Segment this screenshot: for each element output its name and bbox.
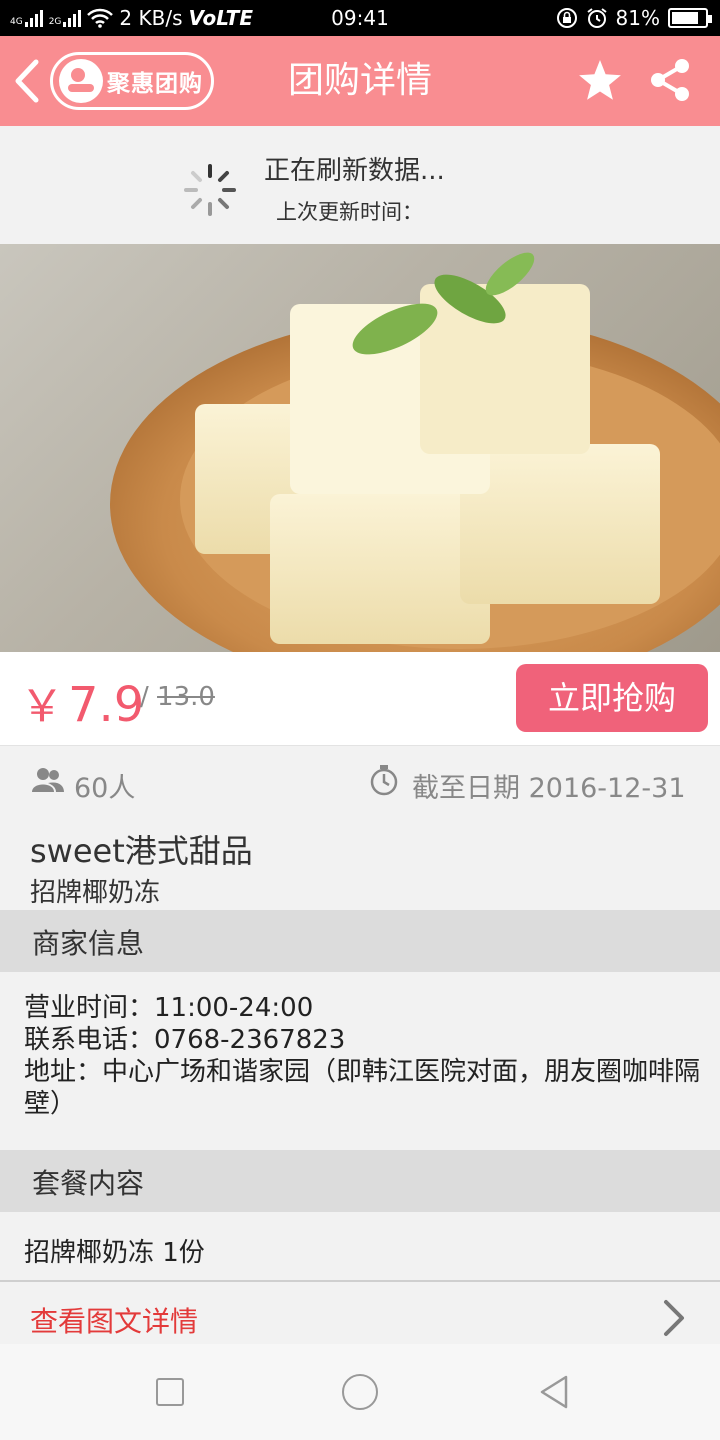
view-details-link[interactable]: 查看图文详情 (30, 1300, 198, 1340)
current-price: ￥7.9 (20, 670, 144, 734)
home-icon[interactable] (342, 1374, 378, 1410)
battery-level (672, 12, 698, 24)
alarm-icon (586, 8, 607, 28)
currency-symbol: ￥ (20, 681, 64, 732)
people-icon (32, 768, 64, 792)
merchant-address: 地址：中心广场和谐家园（即韩江医院对面，朋友圈咖啡隔壁） (24, 1057, 701, 1119)
app-header: 团购详情 聚惠团购 (0, 36, 720, 126)
coconut-jelly-photo (110, 252, 720, 652)
contact-phone[interactable]: 联系电话：0768-2367823 (24, 1024, 700, 1056)
star-icon[interactable] (578, 58, 622, 102)
price-separator: / (140, 682, 149, 712)
timer-icon (370, 765, 398, 796)
price-bar: ￥7.9 / 13.0 立即抢购 (0, 652, 720, 746)
package-header: 套餐内容 (0, 1150, 720, 1212)
logo-mark-icon (59, 59, 103, 103)
divider (0, 1280, 720, 1282)
package-heading: 套餐内容 (32, 1167, 145, 1200)
battery-icon (668, 8, 712, 28)
shop-name: sweet港式甜品 (30, 832, 253, 870)
item-name: 招牌椰奶冻 (30, 878, 161, 908)
battery-percent: 81% (615, 6, 660, 30)
status-right: 81% (556, 0, 712, 36)
deadline-date: 截至日期 2016-12-31 (412, 773, 686, 804)
buy-now-button[interactable]: 立即抢购 (516, 664, 708, 732)
original-price-value: 13.0 (157, 682, 215, 712)
merchant-info: 营业时间：11:00-24:00 联系电话：0768-2367823 地址：中心… (24, 992, 700, 1120)
merchant-info-header: 商家信息 (0, 910, 720, 972)
brand-logo: 聚惠团购 (50, 52, 214, 110)
system-nav-bar (0, 1344, 720, 1440)
deal-meta: 60人 截至日期 2016-12-31 (0, 746, 720, 818)
chevron-right-icon[interactable] (660, 1298, 688, 1338)
original-price: / 13.0 (140, 682, 215, 712)
pull-refresh-panel: 正在刷新数据... 上次更新时间： (0, 126, 720, 244)
business-hours: 营业时间：11:00-24:00 (24, 993, 314, 1023)
brand-logo-text: 聚惠团购 (107, 71, 203, 97)
product-image (0, 244, 720, 652)
recent-apps-icon[interactable] (156, 1378, 184, 1406)
merchant-info-heading: 商家信息 (32, 927, 145, 960)
package-content: 招牌椰奶冻 1份 (24, 1238, 205, 1268)
share-icon[interactable] (646, 56, 694, 104)
chevron-left-icon[interactable] (10, 56, 46, 106)
refresh-status-text: 正在刷新数据... (264, 156, 445, 186)
rotation-lock-icon (556, 8, 577, 28)
buyer-count: 60人 (74, 773, 136, 804)
status-bar: 4G 2G 2 KB/s VoLTE 09:41 81% (0, 0, 720, 36)
loading-spinner-icon (184, 164, 236, 216)
last-update-text: 上次更新时间： (276, 200, 423, 224)
price-value: 7.9 (68, 677, 145, 733)
back-triangle-icon[interactable] (538, 1374, 570, 1410)
